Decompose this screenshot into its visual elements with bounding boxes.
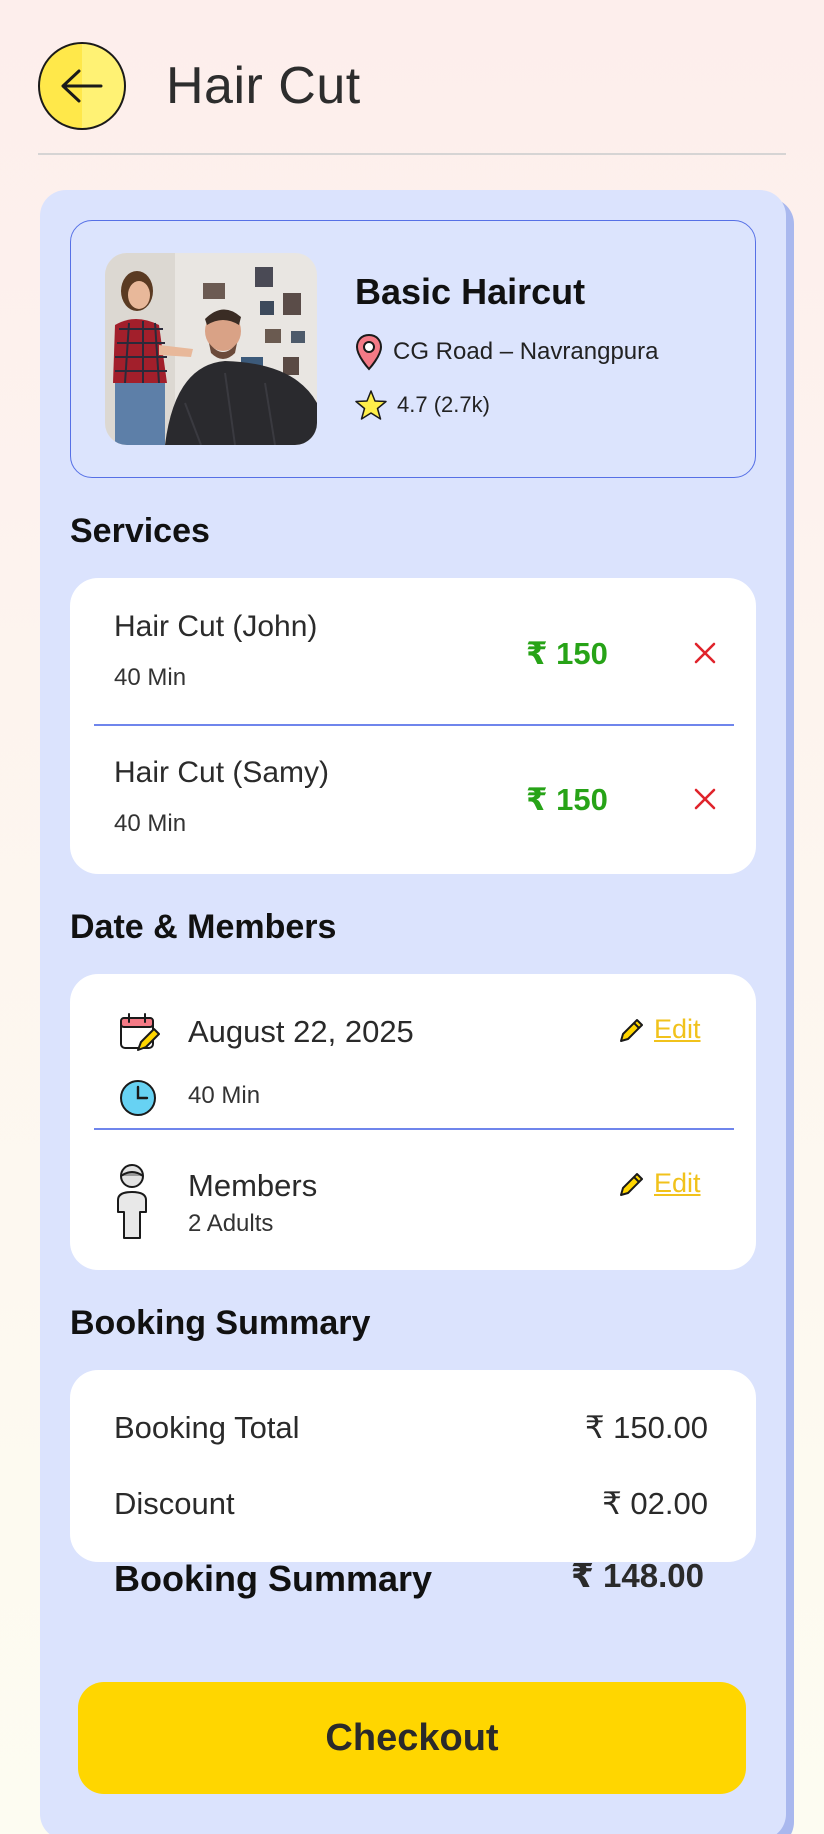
star-icon [355,390,387,420]
shop-photo [105,253,317,445]
page-title: Hair Cut [166,57,361,115]
shop-location-text: CG Road – Navrangpura [393,338,659,365]
booking-card: Basic Haircut CG Road – Navrangpura 4.7 … [40,190,786,1834]
header: Hair Cut [0,0,824,156]
booking-total-value: ₹ 150.00 [584,1410,708,1445]
back-arrow-icon [61,69,103,103]
booking-summary-box: Booking Total ₹ 150.00 Discount ₹ 02.00 [70,1370,756,1562]
service-price: ₹ 150 [526,636,608,671]
services-list: Hair Cut (John) 40 Min ₹ 150 Hair Cut (S… [70,578,756,874]
shop-rating: 4.7 (2.7k) [355,389,490,421]
booking-duration: 40 Min [188,1082,261,1109]
service-item: Hair Cut (John) 40 Min ₹ 150 [70,578,756,724]
shop-location: CG Road – Navrangpura [355,333,658,371]
shop-card[interactable]: Basic Haircut CG Road – Navrangpura 4.7 … [70,220,756,478]
booking-total-label: Booking Total [114,1410,300,1445]
booking-date: August 22, 2025 [188,1014,414,1049]
edit-members-button[interactable]: Edit [618,1168,701,1199]
checkout-label: Checkout [325,1716,499,1759]
header-divider [38,153,786,155]
service-price: ₹ 150 [526,782,608,817]
shop-rating-text: 4.7 (2.7k) [397,392,490,417]
row-divider [94,1128,734,1130]
summary-total-value: ₹ 148.00 [570,1557,704,1594]
remove-service-button[interactable] [690,784,720,814]
service-item: Hair Cut (Samy) 40 Min ₹ 150 [70,724,756,870]
service-duration: 40 Min [114,810,187,837]
service-name: Hair Cut (Samy) [114,756,330,789]
service-name: Hair Cut (John) [114,610,318,643]
members-label: Members [188,1168,318,1203]
checkout-button[interactable]: Checkout [78,1682,746,1794]
remove-service-button[interactable] [690,638,720,668]
discount-value: ₹ 02.00 [602,1486,708,1521]
service-duration: 40 Min [114,664,187,691]
calendar-icon [120,1013,160,1051]
edit-date-button[interactable]: Edit [618,1014,701,1045]
pencil-icon [620,1172,643,1196]
shop-name: Basic Haircut [355,271,586,312]
clock-icon [120,1080,156,1116]
location-pin-icon [355,333,383,371]
pencil-icon [620,1018,643,1042]
date-members-box: August 22, 2025 Edit 40 Min Members 2 Ad… [70,974,756,1270]
discount-label: Discount [114,1486,235,1521]
date-members-title: Date & Members [70,908,337,946]
booking-summary-title: Booking Summary [70,1304,371,1342]
back-button[interactable] [38,42,126,130]
edit-label: Edit [654,1168,701,1198]
edit-label: Edit [654,1014,701,1044]
members-value: 2 Adults [188,1210,274,1237]
summary-total-label: Booking Summary [114,1558,433,1599]
services-title: Services [70,512,210,550]
person-icon [117,1164,147,1239]
